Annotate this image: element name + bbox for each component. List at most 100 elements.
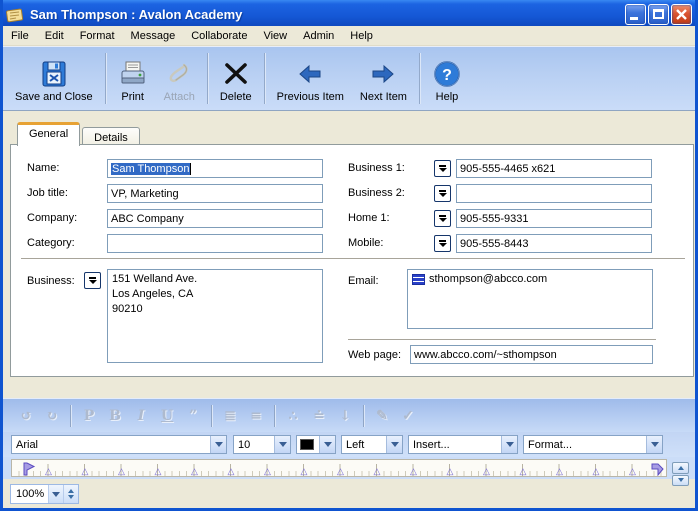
menu-item-admin[interactable]: Admin	[295, 27, 342, 45]
arrow-down-icon	[68, 495, 74, 499]
mobile-label: Mobile:	[348, 237, 383, 249]
ruler[interactable]: △ △ △ △ △ △ △ △ △ △ △ △ △ △ △ △ △	[11, 459, 667, 477]
tab-stop-icon[interactable]: △	[337, 467, 344, 476]
spin-up-button[interactable]	[672, 462, 689, 474]
tab-stop-icon[interactable]: △	[374, 467, 381, 476]
home1-dropdown-button[interactable]	[434, 210, 451, 227]
company-field[interactable]	[107, 209, 323, 228]
tab-stop-icon[interactable]: △	[447, 467, 454, 476]
save-and-close-button[interactable]: Save and Close	[7, 50, 101, 107]
category-field[interactable]	[107, 234, 323, 253]
menu-item-file[interactable]: File	[3, 27, 37, 45]
business-address-dropdown-button[interactable]	[84, 272, 101, 289]
tab-general[interactable]: General	[17, 122, 80, 146]
name-field[interactable]: Sam Thompson	[107, 159, 323, 178]
business1-field[interactable]	[456, 159, 652, 178]
previous-item-button[interactable]: Previous Item	[269, 50, 352, 107]
zoom-value: 100%	[16, 488, 48, 500]
contact-window: Sam Thompson : Avalon Academy File Edit …	[0, 0, 698, 511]
tab-stop-icon[interactable]: △	[155, 467, 162, 476]
home1-field[interactable]	[456, 209, 652, 228]
bold-icon: B	[102, 408, 128, 424]
combo-arrow-icon[interactable]	[501, 436, 517, 453]
tab-stop-icon[interactable]: △	[556, 467, 563, 476]
web-page-label: Web page:	[348, 349, 401, 361]
italic-icon: I	[128, 408, 154, 424]
delete-button[interactable]: Delete	[212, 50, 260, 107]
attach-button: Attach	[156, 50, 203, 107]
email-item[interactable]: sthompson@abcco.com	[412, 273, 648, 285]
combo-arrow-icon[interactable]	[646, 436, 662, 453]
next-item-label: Next Item	[360, 91, 407, 103]
combo-arrow-icon[interactable]	[319, 436, 335, 453]
toolbar-separator	[70, 405, 71, 427]
menu-item-view[interactable]: View	[255, 27, 295, 45]
font-size-combo[interactable]: 10	[233, 435, 291, 454]
numbered-list-icon: ≣	[217, 408, 243, 424]
tab-stop-icon[interactable]: △	[629, 467, 636, 476]
print-label: Print	[121, 91, 144, 103]
status-bar: 100%	[3, 479, 695, 508]
undo-icon: ↺	[13, 408, 39, 424]
left-indent-marker[interactable]	[22, 462, 36, 477]
help-icon: ?	[432, 59, 462, 89]
format-combo[interactable]: Format...	[523, 435, 663, 454]
menu-item-collaborate[interactable]: Collaborate	[183, 27, 255, 45]
tab-stop-icon[interactable]: △	[82, 467, 89, 476]
menu-item-help[interactable]: Help	[342, 27, 381, 45]
job-title-field[interactable]	[107, 184, 323, 203]
maximize-button[interactable]	[648, 4, 669, 25]
tab-stop-icon[interactable]: △	[483, 467, 490, 476]
minimize-button[interactable]	[625, 4, 646, 25]
business-address-field[interactable]: 151 Welland Ave. Los Angeles, CA 90210	[107, 269, 323, 363]
mobile-field[interactable]	[456, 234, 652, 253]
tab-stop-icon[interactable]: △	[118, 467, 125, 476]
help-label: Help	[436, 91, 459, 103]
business2-field[interactable]	[456, 184, 652, 203]
align-marker-icon: ≐	[306, 408, 332, 424]
menu-item-edit[interactable]: Edit	[37, 27, 72, 45]
tab-stop-icon[interactable]: △	[301, 467, 308, 476]
business2-dropdown-button[interactable]	[434, 185, 451, 202]
tab-stop-icon[interactable]: △	[593, 467, 600, 476]
web-page-field[interactable]	[410, 345, 653, 364]
quote-icon: ”	[180, 408, 206, 424]
close-button[interactable]	[671, 4, 692, 25]
right-indent-marker[interactable]	[651, 462, 664, 477]
font-size-value: 10	[234, 439, 274, 451]
menu-bar: File Edit Format Message Collaborate Vie…	[3, 26, 695, 46]
zoom-control[interactable]: 100%	[10, 484, 79, 504]
combo-arrow-icon[interactable]	[210, 436, 226, 453]
business1-dropdown-button[interactable]	[434, 160, 451, 177]
tab-stop-icon[interactable]: △	[264, 467, 271, 476]
email-list-box[interactable]: sthompson@abcco.com	[407, 269, 653, 329]
combo-arrow-icon[interactable]	[386, 436, 402, 453]
insert-combo[interactable]: Insert...	[408, 435, 518, 454]
arrow-up-icon	[678, 466, 684, 470]
font-value: Arial	[12, 439, 210, 451]
signature-icon: ✎	[369, 408, 395, 424]
tab-stop-icon[interactable]: △	[520, 467, 527, 476]
font-combo[interactable]: Arial	[11, 435, 227, 454]
menu-item-message[interactable]: Message	[123, 27, 184, 45]
business2-label: Business 2:	[348, 187, 405, 199]
zoom-dropdown-button[interactable]	[48, 485, 63, 503]
title-bar[interactable]: Sam Thompson : Avalon Academy	[0, 0, 698, 29]
help-button[interactable]: ? Help	[424, 50, 470, 107]
zoom-spinner[interactable]	[63, 485, 78, 503]
menu-item-format[interactable]: Format	[72, 27, 123, 45]
print-button[interactable]: Print	[110, 50, 156, 107]
tab-stop-icon[interactable]: △	[45, 467, 52, 476]
tab-stop-icon[interactable]: △	[191, 467, 198, 476]
font-color-combo[interactable]	[296, 435, 336, 454]
next-item-button[interactable]: Next Item	[352, 50, 415, 107]
tab-stop-icon[interactable]: △	[410, 467, 417, 476]
align-combo[interactable]: Left	[341, 435, 403, 454]
scroll-spinner	[672, 462, 689, 486]
spin-down-button[interactable]	[672, 475, 689, 487]
color-swatch	[300, 439, 314, 450]
mobile-dropdown-button[interactable]	[434, 235, 451, 252]
tab-stop-icon[interactable]: △	[228, 467, 235, 476]
combo-arrow-icon[interactable]	[274, 436, 290, 453]
email-address: sthompson@abcco.com	[429, 273, 547, 285]
